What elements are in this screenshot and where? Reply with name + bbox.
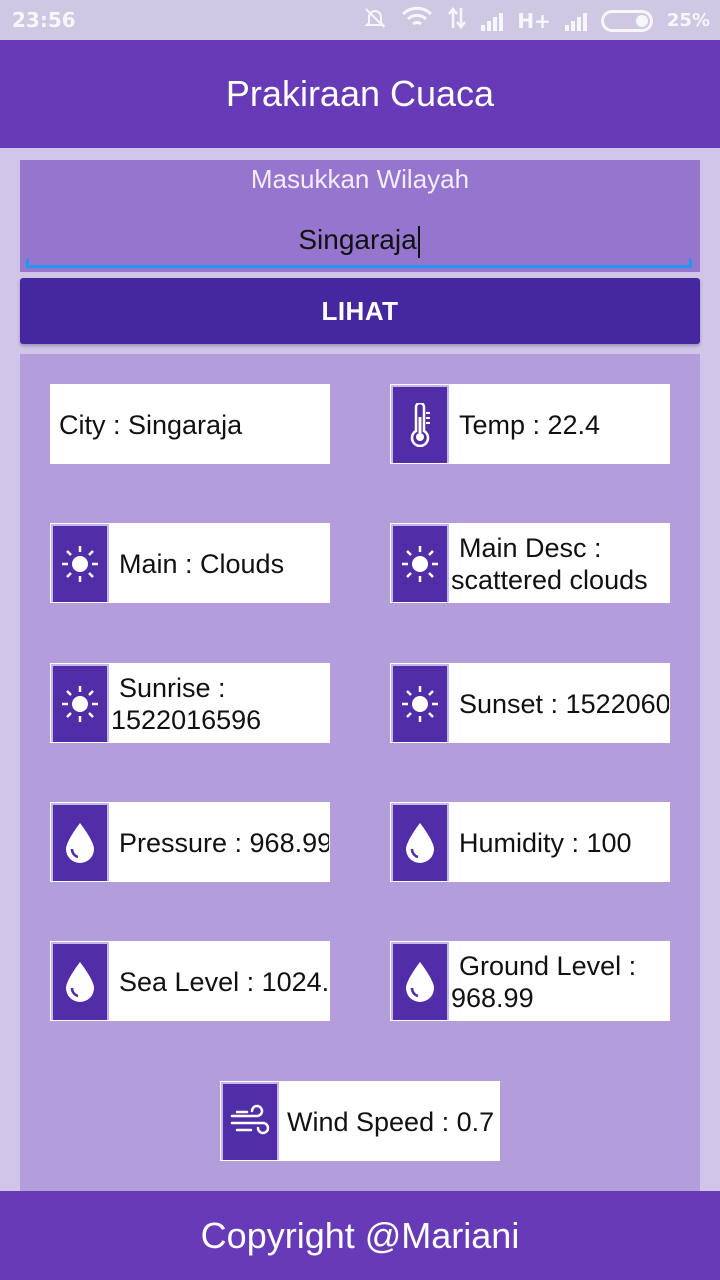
- humidity-text: Humidity : 100: [459, 828, 632, 858]
- region-input[interactable]: Singaraja: [26, 212, 692, 268]
- sunrise-card: Sunrise : 1522016596: [50, 663, 330, 743]
- humidity-card: Humidity : 100: [390, 802, 670, 882]
- battery-icon: [600, 9, 653, 32]
- water-drop-icon: [51, 942, 109, 1020]
- water-drop-icon: [391, 803, 449, 881]
- city-text: City : Singaraja: [59, 410, 243, 440]
- sunrise-value: 1522016596: [111, 705, 262, 735]
- network-type: H+: [517, 8, 551, 33]
- sun-icon: [51, 664, 109, 742]
- main-desc-value: scattered clouds: [451, 565, 648, 595]
- wind-speed-text: Wind Speed : 0.7: [287, 1107, 495, 1137]
- sun-icon: [51, 524, 109, 602]
- input-underline: [26, 259, 692, 268]
- thermometer-icon: [391, 385, 449, 463]
- ground-level-card: Ground Level : 968.99: [390, 941, 670, 1021]
- temp-card: Temp : 22.4: [390, 384, 670, 464]
- ground-level-label: Ground Level :: [459, 951, 637, 981]
- main-text: Main : Clouds: [119, 549, 285, 579]
- wind-speed-card: Wind Speed : 0.7: [220, 1081, 500, 1161]
- sunrise-text: Sunrise : 1522016596: [111, 664, 329, 742]
- signal-icon: [564, 11, 587, 31]
- sunrise-label: Sunrise :: [119, 673, 226, 703]
- weather-results-panel: City : Singaraja Temp : 22.4 Main : Clou…: [20, 354, 700, 1194]
- app-title: Prakiraan Cuaca: [225, 73, 495, 114]
- status-bar: 23:56 H+ 25%: [0, 0, 720, 40]
- region-input-panel: Masukkan Wilayah Singaraja: [20, 160, 700, 272]
- main-card: Main : Clouds: [50, 523, 330, 603]
- copyright-text: Copyright @Mariani: [200, 1214, 520, 1256]
- sea-level-card: Sea Level : 1024.: [50, 941, 330, 1021]
- footer: Copyright @Mariani: [0, 1191, 720, 1280]
- main-desc-text: Main Desc : scattered clouds: [451, 524, 669, 602]
- sunset-text: Sunset : 1522060: [459, 689, 670, 719]
- water-drop-icon: [51, 803, 109, 881]
- ground-level-value: 968.99: [451, 983, 534, 1013]
- mute-icon: [363, 6, 387, 35]
- sun-icon: [391, 524, 449, 602]
- city-card: City : Singaraja: [50, 384, 330, 464]
- main-desc-card: Main Desc : scattered clouds: [390, 523, 670, 603]
- battery-percent: 25%: [666, 10, 710, 31]
- lihat-button[interactable]: LIHAT: [20, 278, 700, 344]
- text-cursor: [417, 225, 420, 258]
- temp-text: Temp : 22.4: [459, 410, 601, 440]
- main-desc-label: Main Desc :: [459, 533, 602, 563]
- wind-icon: [221, 1082, 279, 1160]
- water-drop-icon: [391, 942, 449, 1020]
- region-label: Masukkan Wilayah: [250, 164, 470, 194]
- sun-icon: [391, 664, 449, 742]
- sea-level-text: Sea Level : 1024.: [119, 967, 330, 997]
- region-input-value: Singaraja: [298, 224, 417, 255]
- sunset-card: Sunset : 1522060: [390, 663, 670, 743]
- status-icons: H+ 25%: [363, 6, 710, 35]
- wifi-icon: [401, 6, 433, 35]
- pressure-card: Pressure : 968.99: [50, 802, 330, 882]
- app-bar: Prakiraan Cuaca: [0, 40, 720, 148]
- pressure-text: Pressure : 968.99: [119, 828, 330, 858]
- status-time: 23:56: [12, 8, 76, 32]
- signal-icon: [481, 11, 504, 31]
- ground-level-text: Ground Level : 968.99: [451, 942, 669, 1020]
- data-icon: [447, 6, 467, 35]
